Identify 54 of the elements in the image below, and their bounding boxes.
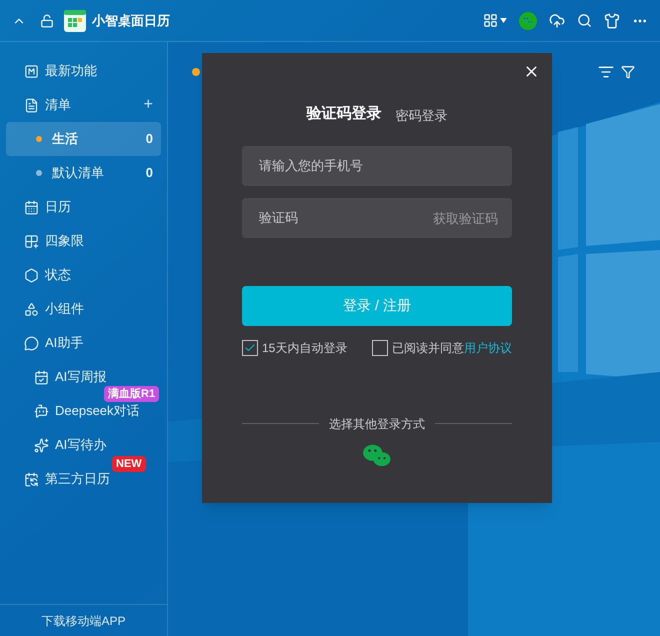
- sidebar-item[interactable]: 四象限: [45, 231, 84, 251]
- get-code-link[interactable]: 获取验证码: [433, 208, 498, 228]
- apps-menu-button[interactable]: [483, 13, 507, 28]
- lock-icon[interactable]: [40, 14, 54, 28]
- shirt-icon[interactable]: [604, 12, 620, 28]
- checkbox-label: 已阅读并同意: [392, 340, 464, 356]
- new-badge-icon: [24, 64, 39, 78]
- sidebar-item[interactable]: 小组件: [45, 299, 84, 319]
- calendar-logo-icon: [64, 10, 86, 32]
- list-item[interactable]: 默认清单 0: [6, 156, 161, 190]
- list-item[interactable]: 生活 0: [6, 122, 161, 156]
- checkbox[interactable]: [372, 340, 388, 356]
- phone-field[interactable]: 请输入您的手机号: [242, 146, 512, 186]
- calendar-icon: [24, 200, 39, 214]
- sidebar-item[interactable]: AI写周报: [55, 367, 106, 387]
- hexagon-icon: [24, 268, 39, 282]
- sort-icon[interactable]: [598, 64, 614, 80]
- badge: 满血版R1: [104, 386, 160, 402]
- user-agreement-link[interactable]: 用户协议: [464, 338, 512, 356]
- sidebar-item[interactable]: Deepseek对话: [55, 401, 140, 421]
- login-tab[interactable]: 验证码登录: [306, 103, 382, 126]
- sidebar-item[interactable]: 第三方日历: [45, 469, 110, 489]
- sidebar-item[interactable]: AI助手: [45, 333, 84, 353]
- cloud-upload-icon[interactable]: [549, 12, 565, 28]
- badge: NEW: [112, 456, 146, 472]
- search-icon[interactable]: [577, 13, 592, 28]
- list-name: 生活: [52, 130, 78, 148]
- sidebar-item[interactable]: 最新功能: [45, 61, 97, 81]
- list-name: 默认清单: [52, 164, 104, 182]
- calendar-icon: [34, 370, 49, 384]
- shapes-icon: [24, 302, 39, 316]
- caret-icon[interactable]: [500, 18, 507, 23]
- list-count: 0: [146, 164, 153, 182]
- add-button[interactable]: +: [144, 97, 153, 113]
- sidebar-item[interactable]: AI写待办: [55, 435, 106, 455]
- sidebar-item[interactable]: 日历: [45, 197, 71, 217]
- document-icon: [24, 98, 39, 112]
- other-login-label: 选择其他登录方式: [329, 416, 425, 432]
- grid-icon: [24, 234, 39, 248]
- chat-icon: [24, 336, 39, 350]
- list-count: 0: [146, 130, 153, 148]
- robot-icon: [34, 404, 49, 418]
- app-title: 小智桌面日历: [92, 12, 170, 30]
- login-tab[interactable]: 密码登录: [396, 106, 448, 126]
- wechat-login-icon[interactable]: [362, 442, 392, 468]
- sidebar-item[interactable]: 状态: [45, 265, 71, 285]
- checkbox[interactable]: [242, 340, 258, 356]
- download-app-link[interactable]: 下载移动端APP: [41, 612, 126, 630]
- filter-icon[interactable]: [621, 65, 635, 79]
- sparkle-icon: [34, 438, 49, 452]
- sidebar-item[interactable]: 清单: [45, 95, 71, 115]
- check-icon: [244, 342, 256, 354]
- calendar-sync-icon: [24, 472, 39, 486]
- checkbox-label: 15天内自动登录: [262, 340, 348, 356]
